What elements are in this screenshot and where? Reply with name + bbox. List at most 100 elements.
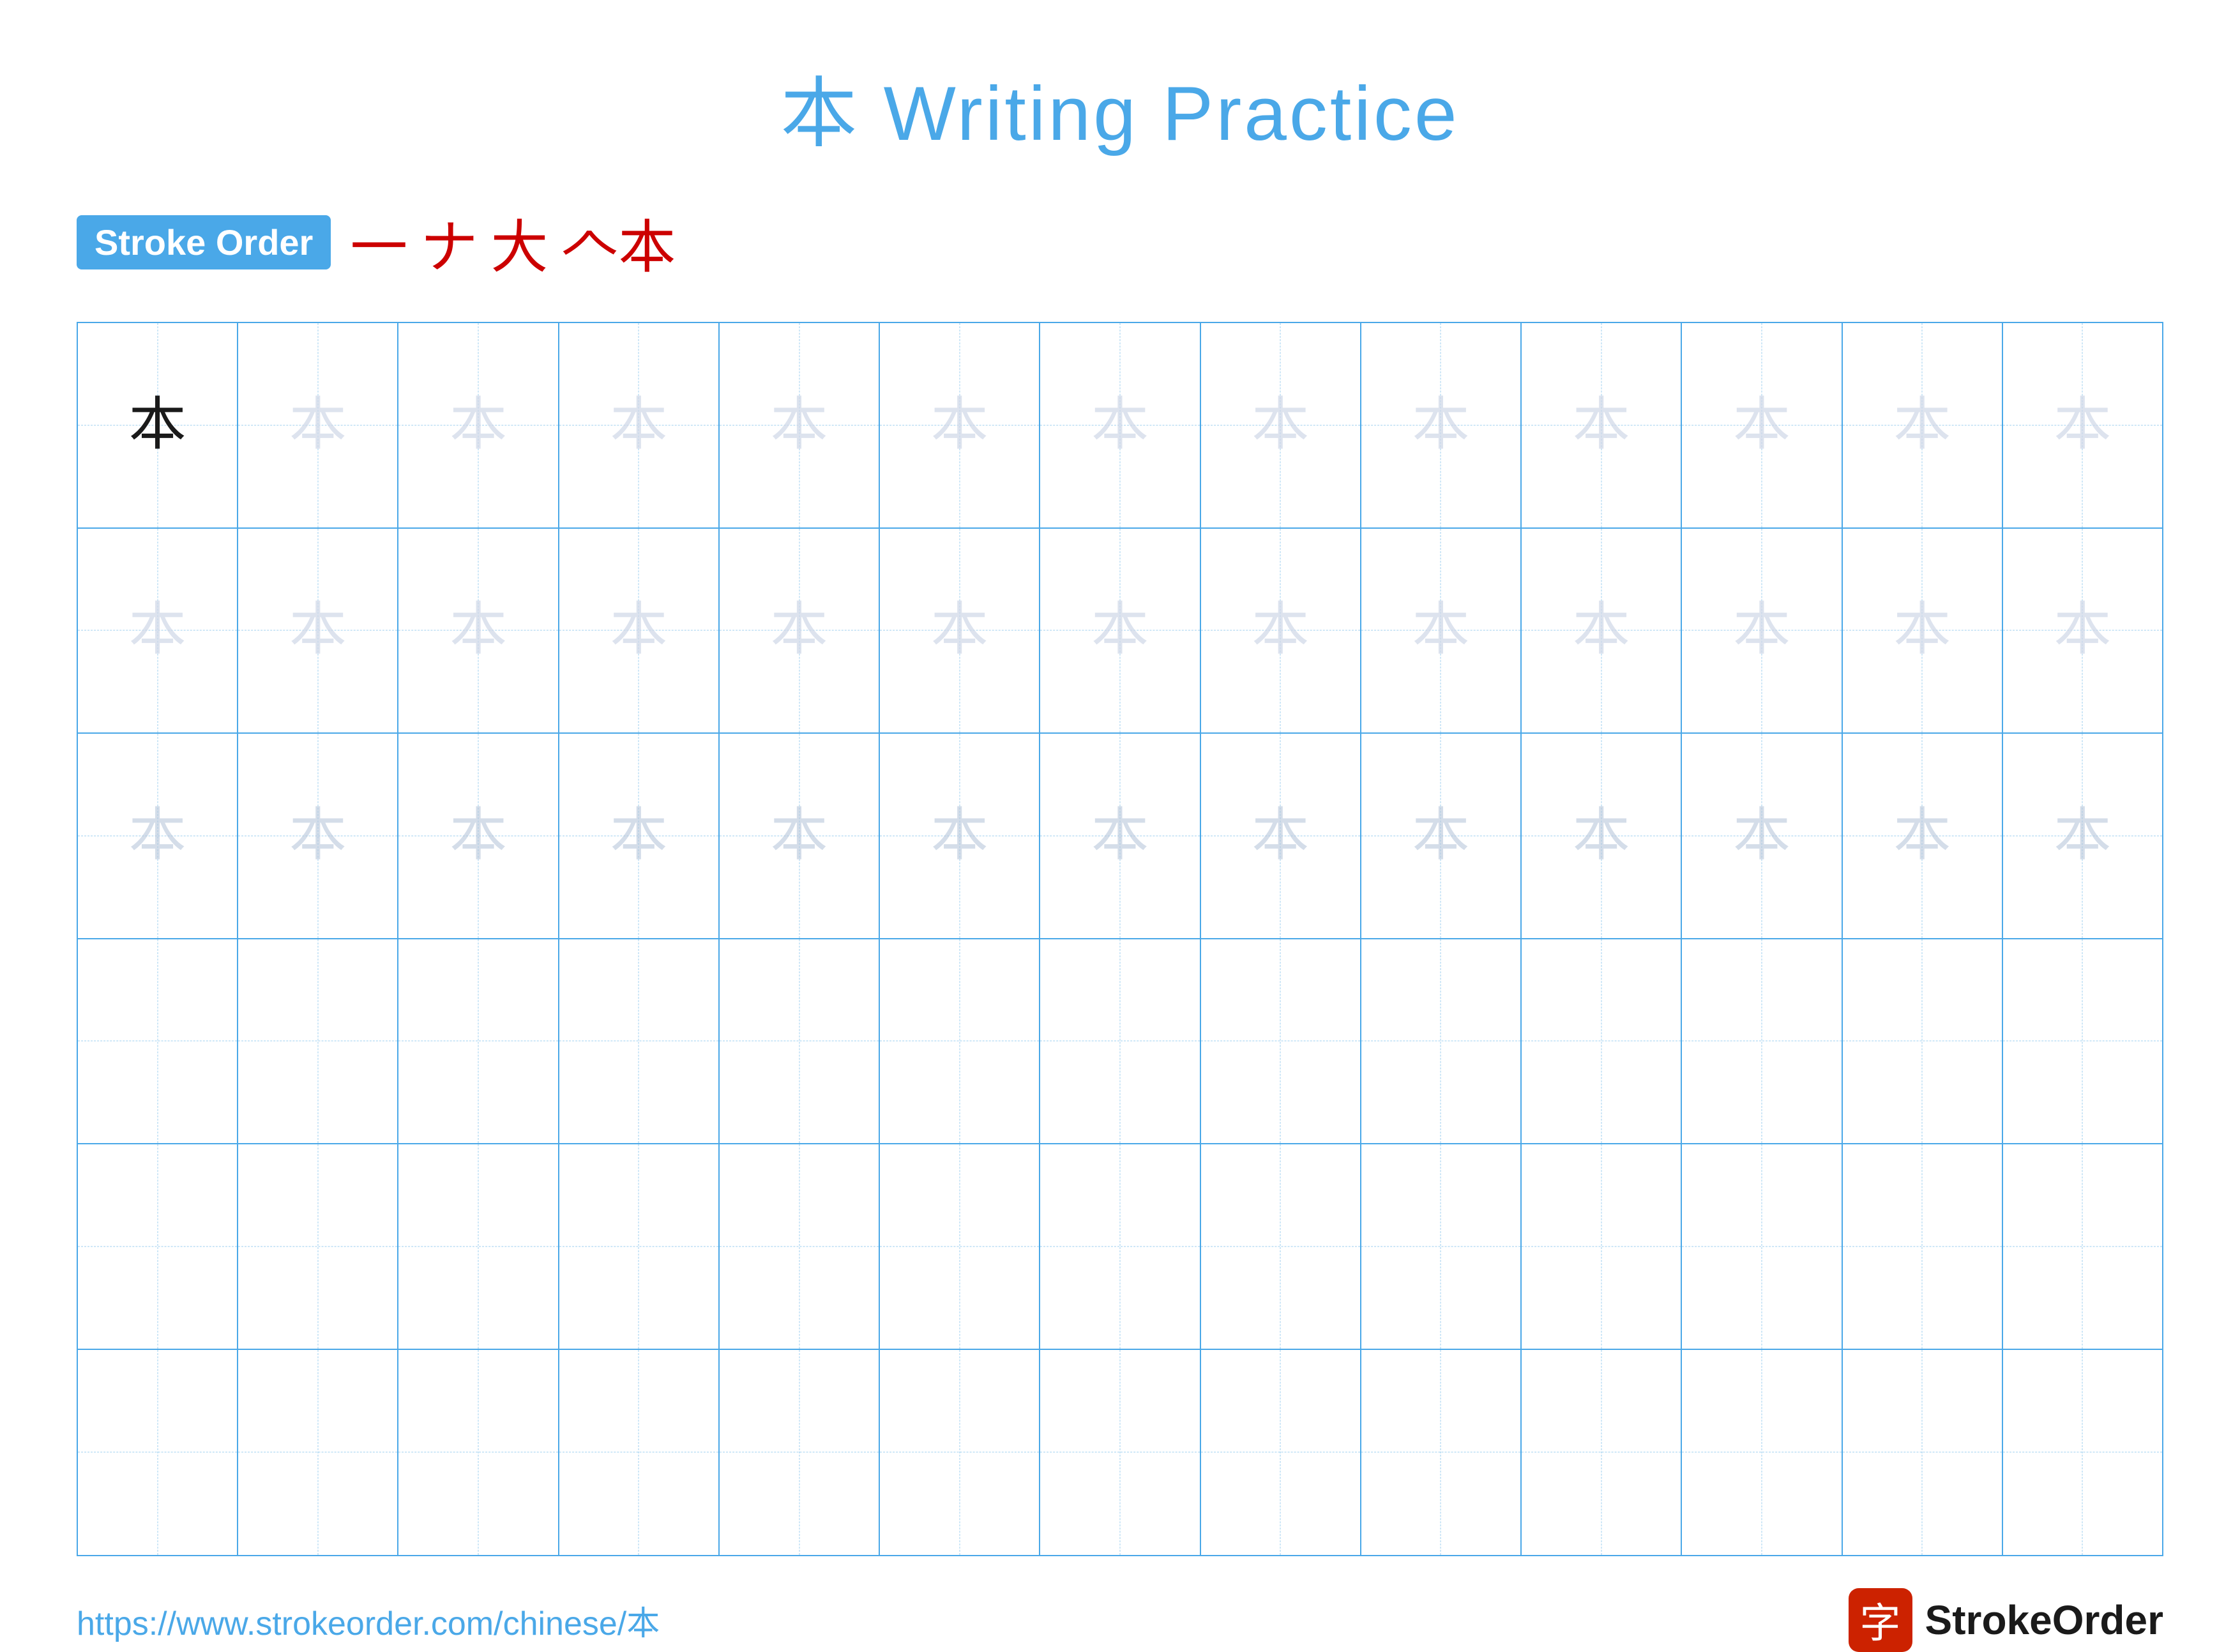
- grid-cell[interactable]: 本: [1040, 323, 1200, 527]
- practice-char: 本: [1733, 397, 1790, 454]
- grid-row: [78, 1144, 2162, 1350]
- practice-char: 本: [610, 397, 667, 454]
- footer-url: https://www.strokeorder.com/chinese/本: [77, 1596, 660, 1644]
- grid-cell[interactable]: [78, 1144, 238, 1349]
- grid-cell[interactable]: [238, 1350, 398, 1556]
- grid-cell[interactable]: [1522, 1350, 1682, 1556]
- stroke-3: 大: [490, 201, 548, 284]
- grid-cell[interactable]: [1361, 1144, 1522, 1349]
- grid-cell[interactable]: [1682, 1350, 1842, 1556]
- grid-cell[interactable]: [398, 1144, 559, 1349]
- grid-cell[interactable]: [880, 1144, 1040, 1349]
- practice-char: 本: [1573, 397, 1630, 454]
- grid-cell[interactable]: [880, 1350, 1040, 1556]
- grid-cell[interactable]: [1201, 1144, 1361, 1349]
- grid-cell[interactable]: 本: [1040, 734, 1200, 938]
- footer-brand: 字 StrokeOrder: [1849, 1588, 2163, 1652]
- grid-cell[interactable]: [1040, 939, 1200, 1144]
- grid-cell[interactable]: [720, 1144, 880, 1349]
- grid-cell[interactable]: 本: [559, 323, 720, 527]
- grid-cell[interactable]: [2003, 939, 2162, 1144]
- grid-cell[interactable]: 本: [559, 529, 720, 733]
- grid-cell[interactable]: 本: [880, 734, 1040, 938]
- grid-cell[interactable]: 本: [1201, 734, 1361, 938]
- grid-cell[interactable]: 本: [398, 529, 559, 733]
- grid-cell[interactable]: 本: [1522, 323, 1682, 527]
- grid-cell[interactable]: 本: [720, 734, 880, 938]
- grid-cell[interactable]: [1843, 1350, 2003, 1556]
- practice-char: 本: [450, 602, 507, 659]
- stroke-1: 一: [350, 201, 407, 284]
- grid-cell[interactable]: 本: [78, 734, 238, 938]
- grid-cell[interactable]: [1682, 939, 1842, 1144]
- grid-cell[interactable]: 本: [78, 323, 238, 527]
- grid-row: [78, 939, 2162, 1145]
- grid-cell[interactable]: [78, 939, 238, 1144]
- grid-cell[interactable]: 本: [1201, 529, 1361, 733]
- grid-cell[interactable]: [559, 939, 720, 1144]
- grid-cell[interactable]: [2003, 1350, 2162, 1556]
- grid-cell[interactable]: [1843, 1144, 2003, 1349]
- grid-cell[interactable]: 本: [1361, 529, 1522, 733]
- grid-cell[interactable]: [1522, 939, 1682, 1144]
- grid-cell[interactable]: 本: [398, 734, 559, 938]
- grid-cell[interactable]: 本: [1522, 734, 1682, 938]
- grid-cell[interactable]: 本: [238, 734, 398, 938]
- grid-cell[interactable]: [2003, 1144, 2162, 1349]
- practice-char: 本: [2054, 397, 2111, 454]
- grid-cell[interactable]: [720, 1350, 880, 1556]
- grid-cell[interactable]: 本: [720, 323, 880, 527]
- grid-cell[interactable]: [398, 939, 559, 1144]
- grid-cell[interactable]: [1040, 1350, 1200, 1556]
- grid-row: 本本本本本本本本本本本本本: [78, 323, 2162, 529]
- grid-cell[interactable]: [1843, 939, 2003, 1144]
- practice-char: 本: [1412, 397, 1469, 454]
- grid-cell[interactable]: 本: [1361, 323, 1522, 527]
- stroke-4: 𠆢本: [561, 201, 676, 284]
- brand-icon: 字: [1849, 1588, 1912, 1652]
- grid-cell[interactable]: 本: [1843, 323, 2003, 527]
- grid-cell[interactable]: 本: [559, 734, 720, 938]
- grid-cell[interactable]: [78, 1350, 238, 1556]
- grid-cell[interactable]: [559, 1350, 720, 1556]
- grid-cell[interactable]: [1682, 1144, 1842, 1349]
- grid-cell[interactable]: [720, 939, 880, 1144]
- practice-char: 本: [1252, 602, 1309, 659]
- grid-cell[interactable]: [1201, 1350, 1361, 1556]
- grid-cell[interactable]: 本: [1843, 529, 2003, 733]
- grid-cell[interactable]: 本: [238, 529, 398, 733]
- grid-cell[interactable]: 本: [2003, 734, 2162, 938]
- grid-cell[interactable]: [1522, 1144, 1682, 1349]
- grid-cell[interactable]: [880, 939, 1040, 1144]
- practice-char: 本: [129, 397, 186, 454]
- practice-char: 本: [1573, 807, 1630, 865]
- practice-char: 本: [1573, 602, 1630, 659]
- grid-cell[interactable]: 本: [2003, 529, 2162, 733]
- grid-cell[interactable]: [1361, 1350, 1522, 1556]
- grid-cell[interactable]: 本: [1040, 529, 1200, 733]
- grid-cell[interactable]: 本: [398, 323, 559, 527]
- grid-cell[interactable]: 本: [880, 323, 1040, 527]
- grid-cell[interactable]: 本: [720, 529, 880, 733]
- grid-cell[interactable]: [1040, 1144, 1200, 1349]
- grid-cell[interactable]: [238, 939, 398, 1144]
- grid-cell[interactable]: 本: [1682, 529, 1842, 733]
- grid-cell[interactable]: 本: [1361, 734, 1522, 938]
- grid-cell[interactable]: 本: [1682, 734, 1842, 938]
- grid-cell[interactable]: 本: [238, 323, 398, 527]
- grid-cell[interactable]: 本: [1522, 529, 1682, 733]
- practice-char: 本: [1252, 397, 1309, 454]
- grid-cell[interactable]: 本: [1843, 734, 2003, 938]
- grid-cell[interactable]: [238, 1144, 398, 1349]
- grid-cell[interactable]: [559, 1144, 720, 1349]
- practice-char: 本: [1091, 397, 1149, 454]
- grid-cell[interactable]: [398, 1350, 559, 1556]
- practice-char: 本: [2054, 602, 2111, 659]
- grid-cell[interactable]: [1361, 939, 1522, 1144]
- grid-cell[interactable]: 本: [78, 529, 238, 733]
- grid-cell[interactable]: 本: [2003, 323, 2162, 527]
- grid-cell[interactable]: 本: [880, 529, 1040, 733]
- grid-cell[interactable]: 本: [1201, 323, 1361, 527]
- grid-cell[interactable]: 本: [1682, 323, 1842, 527]
- grid-cell[interactable]: [1201, 939, 1361, 1144]
